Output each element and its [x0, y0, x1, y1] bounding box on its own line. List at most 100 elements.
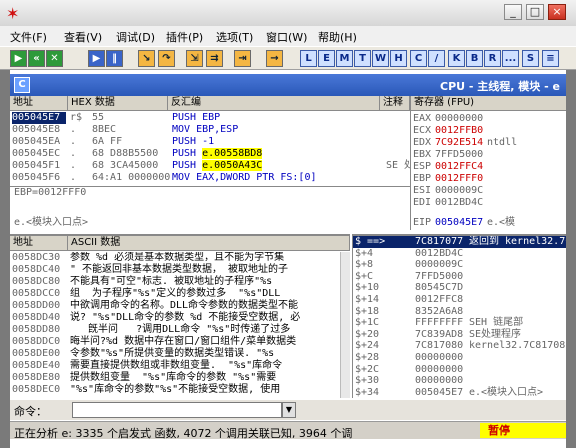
dump-header-addr[interactable]: 地址 [10, 236, 68, 251]
dump-header-ascii[interactable]: ASCII 数据 [68, 236, 350, 251]
menu-view[interactable]: 查看(V) [64, 29, 102, 45]
stack-row[interactable]: $+34 005045E7 e.<模块入口点> [353, 387, 566, 398]
dump-row[interactable]: 0058DEC0 "%s"库命令的参数"%s"不能接受空数据, 使用 [10, 384, 340, 396]
command-input[interactable] [72, 402, 282, 418]
register-name: ESI [413, 185, 432, 196]
stack-row[interactable]: $+18 8352A6A8 [353, 306, 566, 318]
dump-row[interactable]: 0058DD80 旣半问 ?调用DLL命令 "%s"时传递了过多 [10, 324, 340, 336]
stack-value: 7C817077 [415, 236, 464, 247]
maximize-button[interactable]: □ [526, 4, 544, 20]
stack-value: 80545C7D [415, 282, 464, 294]
tool-handles[interactable]: H [390, 50, 407, 67]
tool-breakpoints[interactable]: B [466, 50, 483, 67]
disasm-header-comment[interactable]: 注释 [380, 96, 410, 111]
tool-windows[interactable]: W [372, 50, 389, 67]
stack-row[interactable]: $+10 80545C7D [353, 282, 566, 294]
dump-row[interactable]: 0058DD40 说? "%s"DLL命令的参数 %d 不能接受空数据, 必 [10, 312, 340, 324]
run-icon[interactable]: ▶ [88, 50, 105, 67]
dump-row[interactable]: 0058DE40 需要直接提供数组或非数组变量. "%s"库命令 [10, 360, 340, 372]
menu-options[interactable]: 选项(T) [216, 29, 253, 45]
step-over-icon[interactable]: ↷ [158, 50, 175, 67]
dump-row[interactable]: 0058DDC0 晦半问?%d 数据中存在窗口/窗口组件/菜单数据类 [10, 336, 340, 348]
tool-cpu[interactable]: C [410, 50, 427, 67]
register-name: EDI [413, 197, 432, 208]
disasm-instr-text: MOV EAX,DWORD PTR FS:[0] [172, 172, 317, 183]
registers-header[interactable]: 寄存器 (FPU) [411, 96, 566, 111]
stack-row[interactable]: $+24 7C817080 kernel32.7C817080 [353, 340, 566, 352]
bug-icon[interactable]: ✶ [6, 4, 19, 23]
dump-ascii: 晦半问?%d 数据中存在窗口/窗口组件/菜单数据类 [70, 336, 297, 347]
disasm-pane[interactable]: 地址 HEX 数据 反汇编 注释 005045E7 r$ 55 PUSH EBP 005… [10, 96, 410, 186]
stack-row[interactable]: $+14 0012FFC8 [353, 294, 566, 306]
tool-callstack[interactable]: K [448, 50, 465, 67]
disasm-row[interactable]: 005045E7 r$ 55 PUSH EBP [10, 112, 410, 124]
stack-row[interactable]: $+1C FFFFFFFF SEH 链尾部 [353, 317, 566, 329]
dump-row[interactable]: 0058DC40 " 不能返回非基本数据类型数据， 被取地址的子 [10, 264, 340, 276]
disasm-row[interactable]: 005045F1. 68 3CA45000 PUSH e.0050A43C SE 处 [10, 160, 410, 172]
stack-offset: $+8 [355, 259, 374, 271]
goto-icon[interactable]: → [266, 50, 283, 67]
stack-row[interactable]: $+4 0012BD4C [353, 248, 566, 260]
tool-modules[interactable]: E [318, 50, 335, 67]
command-dropdown[interactable]: ▼ [282, 402, 296, 418]
disasm-header-dis[interactable]: 反汇编 [168, 96, 380, 111]
dump-row[interactable]: 0058DC30 参数 %d 必须是基本数据类型，且不能为字节集 [10, 252, 340, 264]
stack-row[interactable]: $+C 7FFD5000 [353, 271, 566, 283]
tool-source[interactable]: S [522, 50, 539, 67]
disasm-header-addr[interactable]: 地址 [10, 96, 68, 111]
minimize-button[interactable]: _ [504, 4, 522, 20]
dump-ascii: 需要直接提供数组或非数组变量. "%s"库命令 [70, 360, 283, 371]
dump-scrollbar[interactable] [340, 252, 350, 398]
dump-ascii: 旣半问 ?调用DLL命令 "%s"时传递了过多 [70, 324, 291, 335]
step-into-icon[interactable]: ↘ [138, 50, 155, 67]
stack-value: 7FFD5000 [415, 270, 464, 282]
menu-plugins[interactable]: 插件(P) [166, 29, 203, 45]
stack-row[interactable]: $+30 00000000 [353, 375, 566, 387]
stack-row[interactable]: $+28 00000000 [353, 352, 566, 364]
dump-row[interactable]: 0058DCC0 组 为子程序"%s"定义的参数过多 "%s"DLL [10, 288, 340, 300]
tool-patches[interactable]: / [428, 50, 445, 67]
disasm-row[interactable]: 005045E8. 8BEC MOV EBP,ESP [10, 124, 410, 136]
stack-row[interactable]: $+20 7C839AD8 SE处理程序 [353, 329, 566, 341]
trace-over-icon[interactable]: ⇉ [206, 50, 223, 67]
registers-pane[interactable]: 寄存器 (FPU) EAX 00000000 ECX 0012FFB0 EDX 7C92E… [410, 96, 566, 230]
tool-menu[interactable]: ≡ [542, 50, 559, 67]
dump-row[interactable]: 0058DD00 中欲调用命令的名称。DLL命令参数的数据类型不能 [10, 300, 340, 312]
register-value: 00000000 [435, 113, 484, 124]
open-icon[interactable]: ▶ [10, 50, 27, 67]
close-process-icon[interactable]: ✕ [46, 50, 63, 67]
stack-row[interactable]: $+2C 00000000 [353, 364, 566, 376]
disasm-instr: PUSH e.00558BD8 [172, 148, 263, 160]
dump-row[interactable]: 0058DE00 令参数"%s"所提供变量的数据类型错误. "%s [10, 348, 340, 360]
dump-row[interactable]: 0058DC80 不能具有"可空"标志. 被取地址的子程序"%s [10, 276, 340, 288]
disasm-row[interactable]: 005045F6. 64:A1 0000000 MOV EAX,DWORD PTR … [10, 172, 410, 184]
disasm-row[interactable]: 005045EA. 6A FF PUSH -1 [10, 136, 410, 148]
menu-window[interactable]: 窗口(W) [266, 29, 307, 45]
dump-pane[interactable]: 地址 ASCII 数据 0058DC30 参数 %d 必须是基本数据类型，且不能为… [10, 234, 350, 398]
restart-icon[interactable]: « [28, 50, 45, 67]
dump-ascii: 组 为子程序"%s"定义的参数过多 "%s"DLL [70, 288, 281, 299]
close-button[interactable]: × [548, 4, 566, 20]
menu-debug[interactable]: 调试(D) [116, 29, 155, 45]
trace-into-icon[interactable]: ⇲ [186, 50, 203, 67]
tool-references[interactable]: R [484, 50, 501, 67]
tool-memory[interactable]: M [336, 50, 353, 67]
disasm-row[interactable]: 005045EC. 68 D88B5500 PUSH e.00558BD8 [10, 148, 410, 160]
menu-help[interactable]: 帮助(H) [318, 29, 357, 45]
tool-threads[interactable]: T [354, 50, 371, 67]
pause-icon[interactable]: ‖ [106, 50, 123, 67]
stack-row[interactable]: $ ==> 7C817077 返回到 kernel32.7C [353, 236, 566, 248]
stack-pane[interactable]: $ ==> 7C817077 返回到 kernel32.7C $+4 0012BD4C $… [352, 234, 566, 398]
register-value: 0012BD4C [435, 197, 484, 208]
cpu-window-title[interactable]: C CPU - 主线程, 模块 - e [10, 74, 566, 96]
tool-runtrace[interactable]: ... [502, 50, 519, 67]
info-line-ebp: EBP=0012FFF0 [14, 187, 87, 198]
stack-comment: kernel32.7C817080 [469, 340, 566, 352]
stack-row[interactable]: $+8 0000009C [353, 259, 566, 271]
disasm-operand: e.0050A43C [202, 160, 263, 171]
dump-row[interactable]: 0058DE80 提供数组变量 "%s"库命令的参数 "%s"需要 [10, 372, 340, 384]
menu-file[interactable]: 文件(F) [10, 29, 47, 45]
disasm-header-hex[interactable]: HEX 数据 [68, 96, 168, 111]
execute-till-return-icon[interactable]: ⇥ [234, 50, 251, 67]
tool-log[interactable]: L [300, 50, 317, 67]
